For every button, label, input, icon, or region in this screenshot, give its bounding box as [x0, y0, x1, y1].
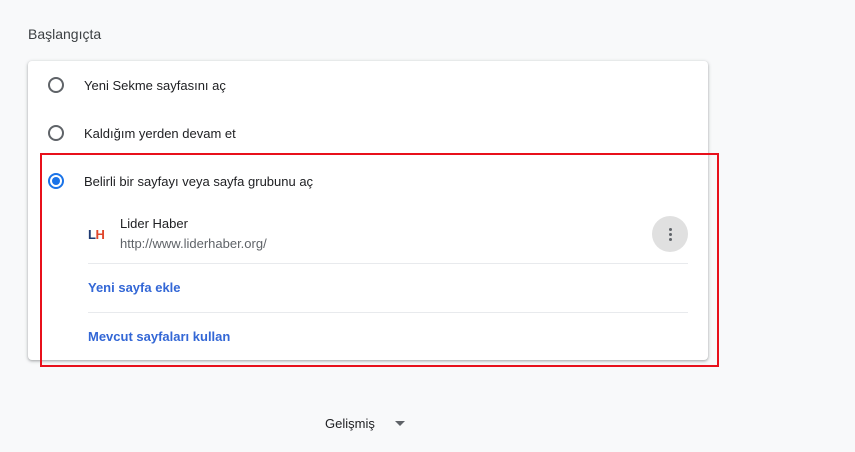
option-specific-pages[interactable]: Belirli bir sayfayı veya sayfa grubunu a…	[28, 157, 708, 205]
startup-page-entry: LH Lider Haber http://www.liderhaber.org…	[88, 204, 688, 264]
settings-page: Başlangıçta Yeni Sekme sayfasını aç Kald…	[0, 0, 855, 452]
advanced-label: Gelişmiş	[325, 416, 375, 431]
option-continue[interactable]: Kaldığım yerden devam et	[28, 109, 708, 157]
radio-button-unchecked-icon[interactable]	[48, 77, 64, 93]
divider	[88, 263, 688, 264]
caret-down-icon	[394, 421, 405, 426]
option-label: Belirli bir sayfayı veya sayfa grubunu a…	[84, 173, 314, 189]
option-label: Kaldığım yerden devam et	[84, 125, 236, 141]
startup-card: Yeni Sekme sayfasını aç Kaldığım yerden …	[28, 61, 708, 360]
section-title: Başlangıçta	[28, 26, 102, 42]
more-vert-icon	[668, 227, 672, 241]
page-url: http://www.liderhaber.org/	[120, 236, 267, 251]
lider-haber-favicon-icon: LH	[88, 227, 105, 242]
advanced-toggle[interactable]: Gelişmiş	[325, 416, 405, 431]
more-actions-button[interactable]	[652, 216, 688, 252]
divider	[88, 312, 688, 313]
radio-button-checked-icon[interactable]	[48, 173, 64, 189]
use-current-pages-link[interactable]: Mevcut sayfaları kullan	[88, 329, 230, 344]
page-name: Lider Haber	[120, 216, 188, 231]
radio-button-unchecked-icon[interactable]	[48, 125, 64, 141]
add-page-link[interactable]: Yeni sayfa ekle	[88, 280, 181, 295]
option-new-tab[interactable]: Yeni Sekme sayfasını aç	[28, 61, 708, 109]
option-label: Yeni Sekme sayfasını aç	[84, 77, 226, 93]
